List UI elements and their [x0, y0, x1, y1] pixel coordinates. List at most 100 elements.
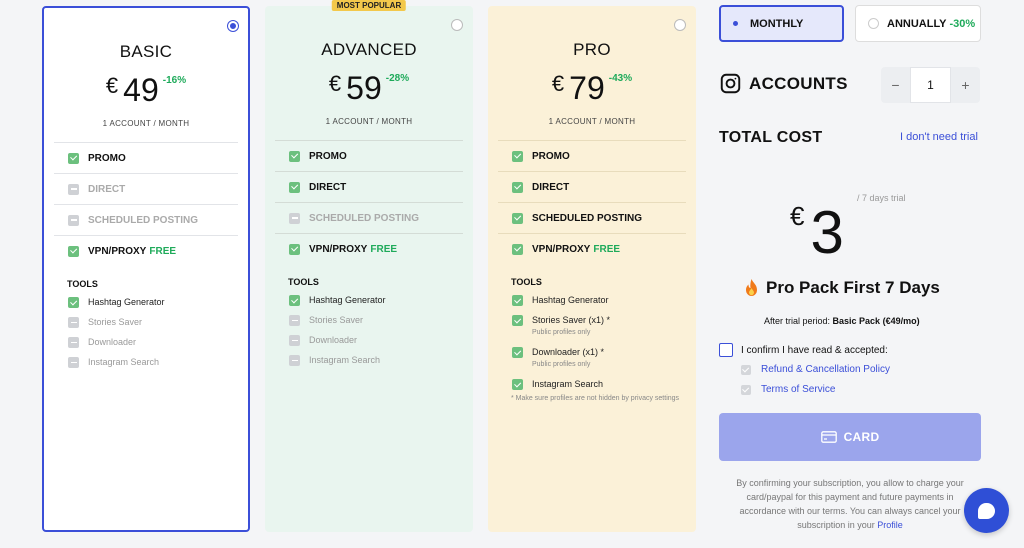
card-pay-button[interactable]: CARD [719, 413, 981, 461]
confirm-terms[interactable]: I confirm I have read & accepted: [719, 343, 888, 357]
tool-label: Hashtag Generator [88, 297, 165, 307]
plan-card-basic[interactable]: BASIC €49 -16% 1 ACCOUNT / MONTH PROMO DI… [42, 6, 250, 532]
tool-item: Downloader [289, 335, 463, 346]
price-period: 1 ACCOUNT / MONTH [102, 119, 190, 128]
check-icon [512, 379, 523, 390]
card-button-label: CARD [843, 430, 880, 444]
terms-item: Terms of Service [741, 384, 835, 395]
tool-label: Downloader [88, 337, 137, 347]
privacy-note: * Make sure profiles are not hidden by p… [510, 395, 680, 402]
tool-sublabel: Public profiles only [532, 329, 591, 336]
chat-bubble-icon [978, 502, 995, 519]
feature-item: SCHEDULED POSTING [498, 202, 686, 233]
check-icon [289, 295, 300, 306]
plan-radio-selected[interactable] [228, 21, 238, 31]
tool-label: Downloader (x1) * Public profiles only [532, 347, 604, 370]
free-tag: FREE [149, 245, 177, 257]
price-value: 49 [123, 72, 159, 108]
radio-selected-icon [733, 21, 738, 26]
instagram-icon [720, 73, 741, 94]
pack-title-text: Pro Pack First 7 Days [766, 278, 940, 297]
refund-policy-item: Refund & Cancellation Policy [741, 364, 890, 375]
accounts-label: ACCOUNTS [749, 73, 848, 93]
tool-label: Downloader [309, 335, 358, 345]
check-icon [68, 297, 79, 308]
total-cost-label: TOTAL COST [719, 129, 823, 146]
tools-heading: TOOLS [288, 277, 319, 287]
billing-annually-label: ANNUALLY [887, 17, 947, 30]
feature-item: SCHEDULED POSTING [275, 202, 463, 233]
tool-item: Hashtag Generator [289, 295, 463, 306]
free-tag: FREE [593, 243, 621, 255]
currency-symbol: € [328, 71, 342, 96]
feature-label: VPN/PROXY [532, 243, 591, 255]
plan-price: €79 -43% [488, 70, 696, 107]
check-icon [512, 347, 523, 358]
billing-monthly-option[interactable]: MONTHLY [719, 5, 844, 42]
feature-item: VPN/PROXY FREE [498, 233, 686, 264]
check-icon [512, 181, 523, 193]
currency-symbol: € [551, 71, 565, 96]
tool-list: Hashtag Generator Stories Saver Download… [289, 295, 463, 375]
feature-item: PROMO [498, 140, 686, 171]
tool-item: Instagram Search [512, 379, 686, 390]
tool-item: Hashtag Generator [512, 295, 686, 306]
profile-link[interactable]: Profile [877, 520, 903, 530]
tool-label: Instagram Search [309, 355, 381, 365]
currency-symbol: € [790, 201, 805, 231]
billing-monthly-label: MONTHLY [750, 17, 804, 30]
accounts-quantity-input[interactable]: 1 [910, 67, 951, 103]
feature-label: SCHEDULED POSTING [532, 212, 643, 224]
tool-title: Downloader (x1) * [532, 347, 605, 357]
plan-price: €59 -28% [265, 70, 473, 107]
plan-radio[interactable] [674, 19, 686, 31]
billing-annually-option[interactable]: ANNUALLY -30% [855, 5, 981, 42]
feature-item: SCHEDULED POSTING [54, 204, 238, 235]
dash-icon [68, 214, 79, 226]
check-icon [512, 150, 523, 162]
dash-icon [68, 337, 79, 348]
price-value: 59 [346, 70, 382, 106]
check-icon [289, 150, 300, 162]
check-icon [741, 364, 751, 375]
check-icon [512, 243, 523, 255]
accounts-stepper: − 1 + [881, 67, 980, 103]
tool-item: Instagram Search [68, 357, 238, 368]
price-period: 1 ACCOUNT / MONTH [548, 117, 636, 126]
check-icon [741, 384, 751, 395]
credit-card-icon [820, 431, 837, 443]
tool-item: Downloader (x1) * Public profiles only [512, 347, 686, 370]
feature-label: SCHEDULED POSTING [88, 214, 199, 226]
tool-item: Downloader [68, 337, 238, 348]
plan-radio[interactable] [451, 19, 463, 31]
tool-label: Instagram Search [88, 357, 160, 367]
feature-item: PROMO [275, 140, 463, 171]
tool-list: Hashtag Generator Stories Saver (x1) * Pu… [512, 295, 686, 399]
feature-item: VPN/PROXY FREE [275, 233, 463, 264]
discount-badge: -43% [608, 73, 633, 84]
increment-button[interactable]: + [951, 67, 980, 103]
feature-item: PROMO [54, 142, 238, 173]
feature-label: DIRECT [309, 181, 347, 193]
plan-card-advanced[interactable]: MOST POPULAR ADVANCED €59 -28% 1 ACCOUNT … [265, 0, 473, 532]
trial-amount: 3 [810, 199, 844, 266]
feature-label: DIRECT [88, 183, 126, 195]
refund-policy-link[interactable]: Refund & Cancellation Policy [761, 364, 890, 375]
decrement-button[interactable]: − [881, 67, 910, 103]
feature-item: DIRECT [275, 171, 463, 202]
chat-widget-button[interactable] [964, 488, 1009, 533]
feature-label: PROMO [88, 152, 126, 164]
feature-list: PROMO DIRECT SCHEDULED POSTING VPN/PROXY… [275, 140, 463, 264]
no-trial-link[interactable]: I don't need trial [900, 131, 978, 143]
plan-card-pro[interactable]: PRO €79 -43% 1 ACCOUNT / MONTH PROMO DIRE… [488, 6, 696, 532]
tool-label: Instagram Search [532, 379, 604, 389]
legal-body: By confirming your subscription, you all… [736, 478, 964, 530]
feature-item: DIRECT [54, 173, 238, 204]
dash-icon [68, 357, 79, 368]
confirm-checkbox[interactable] [719, 343, 733, 357]
discount-badge: -16% [162, 75, 187, 86]
fire-icon [746, 279, 757, 296]
terms-link[interactable]: Terms of Service [761, 384, 835, 395]
feature-item: VPN/PROXY FREE [54, 235, 238, 266]
plan-price: €49 -16% [44, 72, 248, 109]
